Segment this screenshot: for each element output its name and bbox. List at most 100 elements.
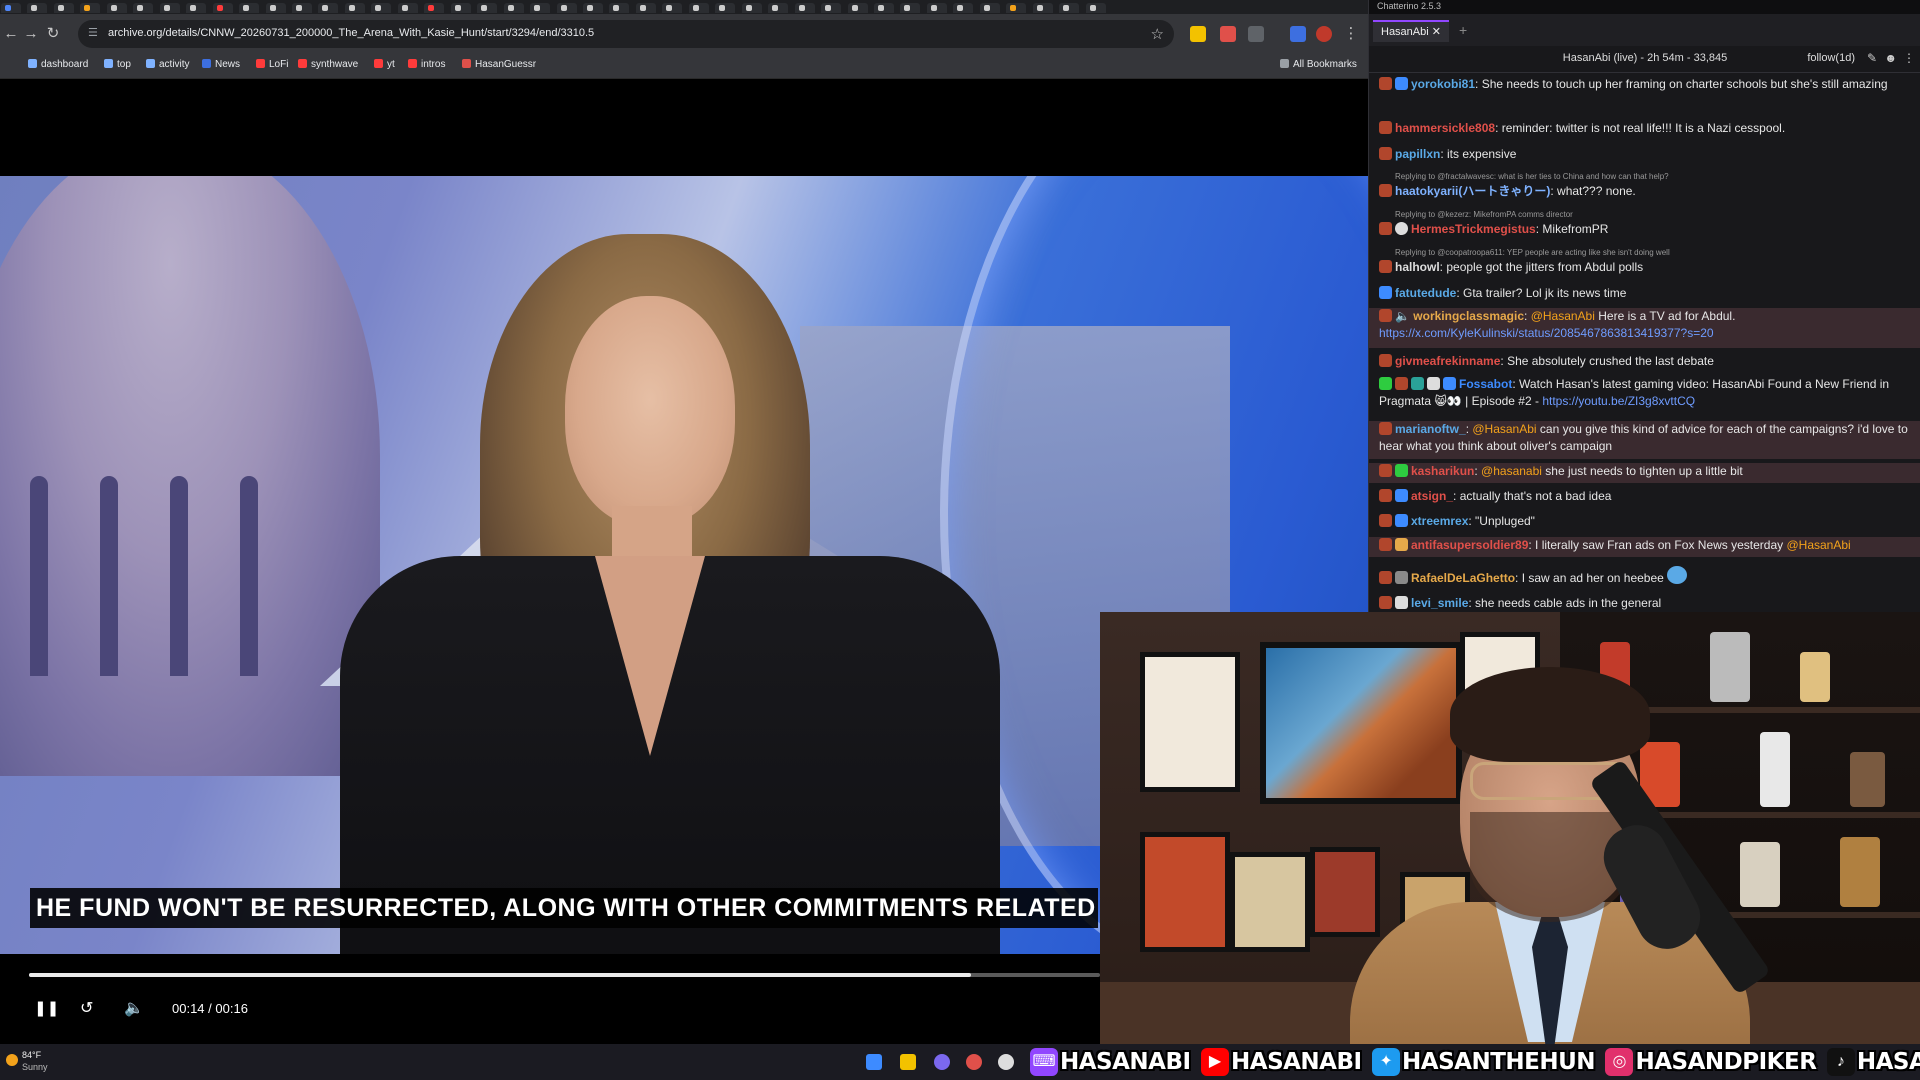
- add-tab-icon[interactable]: +: [1459, 22, 1467, 38]
- close-icon[interactable]: ✕: [1432, 26, 1441, 38]
- chat-message[interactable]: xtreemrex: "Unpluged": [1379, 513, 1911, 530]
- chat-message[interactable]: hammersickle808: reminder: twitter is no…: [1379, 120, 1911, 137]
- url-text[interactable]: archive.org/details/CNNW_20260731_200000…: [108, 27, 594, 39]
- browser-tab[interactable]: [27, 3, 48, 13]
- chat-message-highlighted[interactable]: kasharikun: @hasanabi she just needs to …: [1369, 463, 1920, 483]
- browser-tab[interactable]: [556, 3, 577, 13]
- browser-tab[interactable]: [133, 3, 154, 13]
- chat-message[interactable]: Fossabot: Watch Hasan's latest gaming vi…: [1379, 376, 1911, 410]
- puzzle-icon[interactable]: [1248, 26, 1264, 42]
- address-bar[interactable]: ☰ archive.org/details/CNNW_20260731_2000…: [78, 20, 1174, 48]
- browser-tab[interactable]: [344, 3, 365, 13]
- bookmark-item[interactable]: yt: [374, 59, 395, 70]
- browser-tab[interactable]: [318, 3, 339, 13]
- chat-message[interactable]: levi_smile: she needs cable ads in the g…: [1379, 595, 1911, 612]
- app-icon[interactable]: [998, 1054, 1014, 1070]
- chat-message[interactable]: fatutedude: Gta trailer? Lol jk its news…: [1379, 285, 1911, 302]
- browser-tab[interactable]: [212, 3, 233, 13]
- browser-tab[interactable]: [53, 3, 74, 13]
- browser-tab[interactable]: [1085, 3, 1106, 13]
- browser-tab[interactable]: [1032, 3, 1053, 13]
- browser-tab[interactable]: [582, 3, 603, 13]
- browser-tab[interactable]: [688, 3, 709, 13]
- browser-tab[interactable]: [106, 3, 127, 13]
- bookmark-item[interactable]: top: [104, 59, 131, 70]
- browser-tab[interactable]: [503, 3, 524, 13]
- browser-tab[interactable]: [424, 3, 445, 13]
- chat-message-highlighted[interactable]: antifasupersoldier89: I literally saw Fr…: [1369, 537, 1920, 557]
- chat-message[interactable]: atsign_: actually that's not a bad idea: [1379, 488, 1911, 505]
- weather-temperature[interactable]: 84°F: [22, 1050, 41, 1060]
- all-bookmarks-button[interactable]: All Bookmarks: [1280, 59, 1357, 70]
- browser-tab[interactable]: [900, 3, 921, 13]
- reload-icon[interactable]: ↻: [44, 25, 62, 43]
- browser-tab[interactable]: [979, 3, 1000, 13]
- browser-tab[interactable]: [186, 3, 207, 13]
- profile-avatar[interactable]: [1316, 26, 1332, 42]
- browser-tab[interactable]: [265, 3, 286, 13]
- chat-message[interactable]: HermesTrickmegistus: MikefromPR: [1379, 221, 1911, 238]
- bookmark-item[interactable]: HasanGuessr: [462, 59, 536, 70]
- browser-tab[interactable]: [953, 3, 974, 13]
- chat-tab-hasanabi[interactable]: HasanAbi ✕: [1373, 20, 1449, 42]
- loop-icon[interactable]: ↺: [80, 999, 93, 1019]
- kebab-menu-icon[interactable]: ⋮: [1342, 25, 1360, 43]
- chat-message[interactable]: yorokobi81: She needs to touch up her fr…: [1379, 76, 1911, 93]
- browser-tab[interactable]: [847, 3, 868, 13]
- chat-message-highlighted[interactable]: 🔈 workingclassmagic: @HasanAbi Here is a…: [1369, 308, 1920, 348]
- browser-tab[interactable]: [239, 3, 260, 13]
- pause-icon[interactable]: ❚❚: [34, 999, 59, 1019]
- chat-message[interactable]: papillxn: its expensive: [1379, 146, 1911, 163]
- browser-tab[interactable]: [821, 3, 842, 13]
- chat-message[interactable]: halhowl: people got the jitters from Abd…: [1379, 259, 1911, 276]
- volume-icon[interactable]: 🔈: [124, 999, 144, 1019]
- browser-tab[interactable]: [873, 3, 894, 13]
- kebab-menu-icon[interactable]: ⋮: [1903, 51, 1915, 65]
- browser-tab[interactable]: [371, 3, 392, 13]
- chat-message-highlighted[interactable]: marianoftw_: @HasanAbi can you give this…: [1369, 421, 1920, 459]
- app-icon[interactable]: [934, 1054, 950, 1070]
- chat-link[interactable]: https://youtu.be/ZI3g8xvttCQ: [1542, 394, 1695, 408]
- chrome-icon[interactable]: [966, 1054, 982, 1070]
- browser-tab[interactable]: [80, 3, 101, 13]
- bookmark-item[interactable]: News: [202, 59, 240, 70]
- browser-tab[interactable]: [794, 3, 815, 13]
- bookmark-item[interactable]: LoFi: [256, 59, 288, 70]
- browser-tab[interactable]: [635, 3, 656, 13]
- windows-start-icon[interactable]: [866, 1054, 882, 1070]
- follower-mode-status[interactable]: follow(1d): [1807, 52, 1855, 64]
- browser-tab[interactable]: [1, 3, 21, 13]
- users-icon[interactable]: ☻: [1884, 51, 1897, 65]
- chat-message[interactable]: RafaelDeLaGhetto: I saw an ad her on hee…: [1379, 566, 1911, 587]
- pencil-icon[interactable]: ✎: [1867, 51, 1877, 65]
- video-progress-bar[interactable]: [29, 973, 1100, 977]
- bookmark-item[interactable]: synthwave: [298, 59, 358, 70]
- chat-message-list[interactable]: yorokobi81: She needs to touch up her fr…: [1369, 76, 1920, 612]
- browser-tab[interactable]: [477, 3, 498, 13]
- browser-tab[interactable]: [1006, 3, 1027, 13]
- site-info-icon[interactable]: ☰: [88, 26, 102, 40]
- file-explorer-icon[interactable]: [900, 1054, 916, 1070]
- browser-tab[interactable]: [662, 3, 683, 13]
- chat-link[interactable]: https://x.com/KyleKulinski/status/208546…: [1379, 326, 1714, 340]
- extension-icon[interactable]: [1220, 26, 1236, 42]
- browser-tab[interactable]: [530, 3, 551, 13]
- bookmark-item[interactable]: dashboard: [28, 59, 88, 70]
- browser-tab[interactable]: [768, 3, 789, 13]
- browser-tab[interactable]: [450, 3, 471, 13]
- bookmark-item[interactable]: intros: [408, 59, 445, 70]
- browser-tab[interactable]: [291, 3, 312, 13]
- extension-icon[interactable]: [1190, 26, 1206, 42]
- browser-tab[interactable]: [926, 3, 947, 13]
- browser-tab[interactable]: [715, 3, 736, 13]
- back-icon[interactable]: ←: [2, 25, 20, 43]
- browser-tab[interactable]: [741, 3, 762, 13]
- bookmark-star-icon[interactable]: ☆: [1151, 25, 1164, 43]
- browser-tab[interactable]: [1059, 3, 1080, 13]
- browser-tab[interactable]: [159, 3, 180, 13]
- chat-message[interactable]: givmeafrekinname: She absolutely crushed…: [1379, 353, 1911, 370]
- chat-message[interactable]: haatokyarii(ハートきゃりー): what??? none.: [1379, 183, 1911, 200]
- weather-condition[interactable]: Sunny: [22, 1062, 48, 1072]
- browser-tab[interactable]: [609, 3, 630, 13]
- extension-icon[interactable]: [1290, 26, 1306, 42]
